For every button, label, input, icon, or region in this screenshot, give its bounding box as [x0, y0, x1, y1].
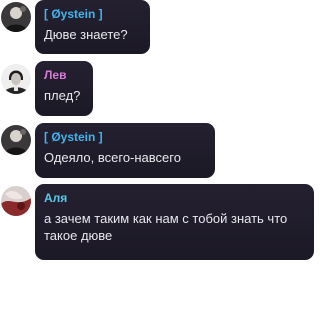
message-text: Одеяло, всего-навсего: [44, 150, 181, 165]
avatar[interactable]: [1, 125, 31, 155]
message-bubble: [ Øystein ] Дюве знаете?: [35, 0, 150, 54]
avatar[interactable]: [1, 2, 31, 32]
message-text: а зачем таким как нам с тобой знать что …: [44, 211, 288, 243]
message-bubble: [ Øystein ] Одеяло, всего-навсего: [35, 123, 215, 178]
avatar[interactable]: [1, 186, 31, 216]
message-bubble: Аля а зачем таким как нам с тобой знать …: [35, 184, 314, 260]
message-text: Дюве знаете?: [44, 27, 128, 42]
message-author[interactable]: [ Øystein ]: [44, 7, 141, 21]
message-author[interactable]: Лев: [44, 68, 84, 82]
message-author[interactable]: Аля: [44, 191, 305, 205]
message-text: плед?: [44, 88, 81, 103]
message-bubble: Лев плед?: [35, 61, 93, 116]
message-author[interactable]: [ Øystein ]: [44, 130, 206, 144]
avatar[interactable]: [1, 64, 31, 94]
